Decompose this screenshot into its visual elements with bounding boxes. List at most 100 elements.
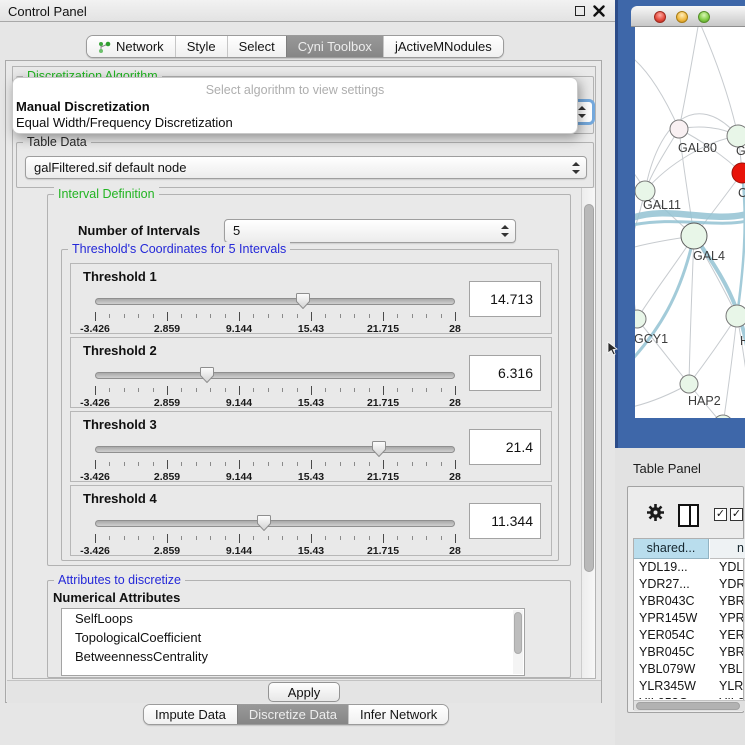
tab-cyni-toolbox[interactable]: Cyni Toolbox — [286, 36, 383, 57]
node-gcy1[interactable] — [635, 310, 646, 328]
slider-scale-labels: -3.4262.8599.14415.4321.71528 — [95, 397, 455, 409]
network-window-titlebar[interactable] — [631, 6, 745, 27]
slider-track[interactable] — [95, 520, 455, 527]
number-of-intervals-combobox[interactable]: 5 — [224, 219, 516, 243]
threshold-label: Threshold 1 — [83, 269, 157, 284]
table-row[interactable]: YBR043CYBR0 — [634, 593, 743, 610]
threshold-2-value-field[interactable]: 6.316 — [469, 355, 541, 391]
node-label: GAL4 — [693, 249, 725, 263]
node-label: GAL11 — [643, 198, 681, 212]
table-row[interactable]: YDR27...YDR2 — [634, 576, 743, 593]
column-header-shared-name[interactable]: shared... — [634, 539, 709, 559]
threshold-1-value-field[interactable]: 14.713 — [469, 281, 541, 317]
node-gal4[interactable] — [681, 223, 707, 249]
dropdown-option-manual[interactable]: Manual Discretization — [16, 99, 150, 114]
threshold-2-panel: Threshold 2 -3.4262.8599.14415.4321.7152… — [70, 337, 552, 408]
table-cell: YPR1 — [719, 610, 743, 627]
threshold-2-slider[interactable]: -3.4262.8599.14415.4321.71528 — [95, 367, 455, 407]
node-hap2[interactable] — [680, 375, 698, 393]
panel-scrollbar[interactable] — [581, 188, 595, 678]
slider-ticks — [95, 386, 455, 396]
threshold-3-slider[interactable]: -3.4262.8599.14415.4321.71528 — [95, 441, 455, 481]
table-hscrollbar-thumb[interactable] — [636, 702, 740, 710]
minimize-traffic-light-icon[interactable] — [676, 11, 688, 23]
table-cell: YPR145W — [639, 610, 709, 627]
tab-label: Infer Network — [360, 707, 437, 722]
table-row[interactable]: YIL052CYIL0 — [634, 695, 743, 699]
slider-ticks — [95, 312, 455, 322]
tab-style[interactable]: Style — [175, 36, 227, 57]
node-label: GAL80 — [678, 141, 717, 155]
slider-track[interactable] — [95, 446, 455, 453]
interval-definition-group: Interval Definition Number of Intervals … — [47, 194, 571, 566]
table-row[interactable]: YBL079WYBL0 — [634, 661, 743, 678]
tab-network[interactable]: Network — [87, 36, 175, 57]
attribute-item[interactable]: SelfLoops — [62, 609, 524, 628]
select-all-checkbox-icon[interactable]: ✓ — [714, 508, 727, 521]
node-h[interactable] — [726, 305, 745, 327]
slider-thumb-icon[interactable] — [257, 515, 271, 531]
close-traffic-light-icon[interactable] — [654, 11, 666, 23]
table-row[interactable]: YER054CYER0 — [634, 627, 743, 644]
slider-thumb-icon[interactable] — [200, 367, 214, 383]
threshold-4-value-field[interactable]: 11.344 — [469, 503, 541, 539]
table-data-group: Table Data galFiltered.sif default node — [16, 142, 594, 188]
show-columns-icon[interactable] — [678, 504, 699, 527]
list-scrollbar-thumb[interactable] — [514, 612, 522, 654]
mouse-cursor — [607, 341, 619, 356]
threshold-4-slider[interactable]: -3.4262.8599.14415.4321.71528 — [95, 515, 455, 555]
table-row[interactable]: YDL19...YDL1 — [634, 559, 743, 576]
slider-thumb-icon[interactable] — [372, 441, 386, 457]
table-panel-body: ✓ ✓ shared... n YDL19...YDL1YDR27...YDR2… — [627, 486, 744, 713]
table-hscrollbar[interactable] — [634, 700, 745, 711]
table-data-combobox[interactable]: galFiltered.sif default node — [25, 156, 587, 179]
network-icon — [98, 40, 111, 54]
attributes-list[interactable]: SelfLoopsTopologicalCoefficientBetweenne… — [61, 608, 525, 676]
node-table: shared... n YDL19...YDL1YDR27...YDR2YBR0… — [633, 538, 744, 710]
slider-scale-labels: -3.4262.8599.14415.4321.71528 — [95, 323, 455, 335]
tab-label: Select — [239, 39, 275, 54]
close-icon[interactable] — [593, 5, 605, 17]
tab-select[interactable]: Select — [227, 36, 286, 57]
dropdown-option-equal-width[interactable]: Equal Width/Frequency Discretization — [16, 115, 233, 130]
slider-track[interactable] — [95, 298, 455, 305]
thresholds-group: Threshold's Coordinates for 5 Intervals … — [61, 249, 559, 561]
threshold-label: Threshold 2 — [83, 343, 157, 358]
node-gal80[interactable] — [670, 120, 688, 138]
select-none-checkbox-icon[interactable]: ✓ — [730, 508, 743, 521]
attribute-item[interactable]: BetweennessCentrality — [62, 647, 524, 666]
stepper-icon — [578, 106, 586, 118]
tab-discretize-data[interactable]: Discretize Data — [237, 705, 348, 724]
table-row[interactable]: YLR345WYLR3 — [634, 678, 743, 695]
stepper-icon — [572, 162, 580, 174]
panel-scrollbar-thumb[interactable] — [584, 204, 594, 572]
tab-impute-data[interactable]: Impute Data — [144, 705, 237, 724]
zoom-traffic-light-icon[interactable] — [698, 11, 710, 23]
number-of-intervals-label: Number of Intervals — [78, 223, 200, 238]
algorithm-dropdown: Select algorithm to view settings Manual… — [12, 77, 578, 134]
node-label: C — [738, 186, 745, 200]
tab-label: Cyni Toolbox — [298, 39, 372, 54]
table-row[interactable]: YBR045CYBR0 — [634, 644, 743, 661]
slider-track[interactable] — [95, 372, 455, 379]
table-cell: YDL1 — [719, 559, 743, 576]
slider-ticks — [95, 534, 455, 544]
apply-button[interactable]: Apply — [268, 682, 340, 702]
network-canvas[interactable]: GAL80 GA GAL11 GAL4 GCY1 H HAP2 C — [635, 27, 745, 418]
network-node-labels: GAL80 GA GAL11 GAL4 GCY1 H HAP2 C — [635, 141, 745, 408]
tab-jactivemnodules[interactable]: jActiveMNodules — [383, 36, 503, 57]
list-scrollbar[interactable] — [513, 610, 523, 674]
tab-infer-network[interactable]: Infer Network — [348, 705, 448, 724]
threshold-1-slider[interactable]: -3.4262.8599.14415.4321.71528 — [95, 293, 455, 333]
slider-thumb-icon[interactable] — [296, 293, 310, 309]
discretize-data-pane: Discretization Algorithm Table Data galF… — [12, 66, 596, 679]
table-cell: YBL0 — [719, 661, 743, 678]
threshold-3-value-field[interactable]: 21.4 — [469, 429, 541, 465]
gear-icon[interactable] — [645, 502, 666, 523]
attribute-item[interactable]: TopologicalCoefficient — [62, 628, 524, 647]
table-row[interactable]: YPR145W YPR1 — [634, 610, 743, 627]
panel-title: Control Panel — [8, 4, 87, 19]
table-cell: YLR3 — [719, 678, 743, 695]
float-window-icon[interactable] — [575, 6, 585, 16]
column-header-name[interactable]: n — [710, 539, 745, 559]
